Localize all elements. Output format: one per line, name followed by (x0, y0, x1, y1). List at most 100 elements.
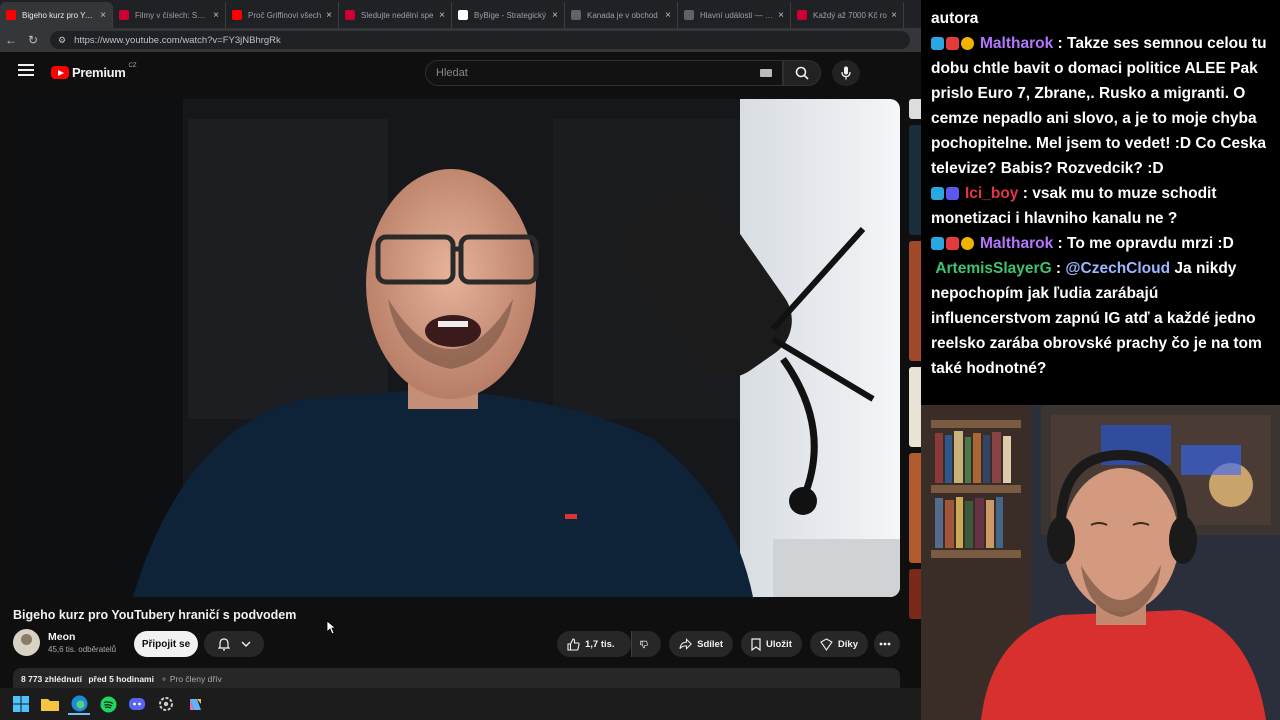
stream-chat: autora Maltharok : Takze ses semnou celo… (921, 0, 1280, 405)
like-count: 1,7 tis. (585, 638, 615, 650)
browser-tab[interactable]: Proč Griffinovi všech × (226, 2, 339, 28)
browser-tab[interactable]: Každý až 7000 Kč ro × (791, 2, 904, 28)
thanks-icon (820, 637, 833, 651)
tab-title: Hlavní události — ČT (700, 10, 775, 20)
tab-close-icon[interactable]: × (100, 10, 106, 21)
discord-icon[interactable] (126, 693, 148, 715)
chat-badge-icon (946, 37, 959, 51)
chat-username[interactable]: Maltharok (980, 235, 1053, 252)
browser-tab[interactable]: Filmy v číslech: SPIDE × (113, 2, 226, 28)
keyboard-icon[interactable] (760, 69, 772, 77)
chat-username[interactable]: Maltharok (980, 35, 1053, 52)
recommendation-thumb[interactable] (909, 569, 921, 619)
recommendation-thumb[interactable] (909, 99, 921, 119)
chat-username[interactable]: ArtemisSlayerG (935, 260, 1051, 277)
chat-username[interactable]: Ici_boy (965, 185, 1018, 202)
more-actions-button[interactable] (874, 631, 900, 657)
file-explorer-icon[interactable] (39, 693, 61, 715)
streamer-webcam (921, 405, 1280, 720)
browser-tab[interactable]: Kanada je v obchod × (565, 2, 678, 28)
video-description[interactable]: 8 773 zhlédnutí před 5 hodinami ⚬ Pro čl… (13, 668, 900, 688)
channel-owner: Meon 45,6 tis. odběratelů (13, 629, 116, 656)
back-icon[interactable]: ← (0, 33, 22, 47)
channel-name[interactable]: Meon (48, 631, 116, 643)
tab-close-icon[interactable]: × (778, 10, 784, 21)
tab-close-icon[interactable]: × (665, 10, 671, 21)
copilot-icon[interactable] (184, 693, 206, 715)
chat-text: Ja nikdy nepochopím jak ľudia zarábajú i… (931, 260, 1262, 377)
spotify-icon[interactable] (97, 693, 119, 715)
tab-close-icon[interactable]: × (213, 10, 219, 21)
tab-title: Bigeho kurz pro YouT (22, 10, 97, 20)
address-bar[interactable]: ⚙ https://www.youtube.com/watch?v=FY3jNB… (50, 31, 910, 49)
edge-browser-icon[interactable] (68, 693, 90, 715)
video-player[interactable] (13, 99, 900, 597)
youtube-play-icon (51, 66, 69, 79)
site-info-icon[interactable]: ⚙ (58, 35, 66, 46)
voice-search-button[interactable] (832, 60, 860, 86)
share-button[interactable]: Sdílet (669, 631, 733, 657)
recommendation-thumb[interactable] (909, 125, 921, 235)
chat-message: Maltharok : To me opravdu mrzi :D (931, 231, 1270, 256)
search-placeholder: Hledat (436, 67, 468, 79)
thanks-button[interactable]: Díky (810, 631, 868, 657)
channel-meta: Meon 45,6 tis. odběratelů (48, 631, 116, 654)
microphone-icon (841, 66, 851, 80)
browser-tab[interactable]: ByBige - Strategický × (452, 2, 565, 28)
chat-badge-icon (946, 187, 959, 201)
members-label: Pro členy dřív (169, 674, 222, 684)
chat-message: ArtemisSlayerG : @CzechCloud Ja nikdy ne… (931, 260, 1262, 377)
logo-text: Premium (72, 65, 126, 80)
share-icon (679, 638, 692, 650)
search-input[interactable]: Hledat (425, 60, 783, 86)
reload-icon[interactable]: ↻ (22, 33, 44, 47)
bell-icon (217, 637, 230, 651)
tab-close-icon[interactable]: × (891, 10, 897, 21)
tab-favicon-icon (684, 10, 694, 20)
recommendations-edge (909, 99, 921, 689)
tab-favicon-icon (797, 10, 807, 20)
chat-badge-icon (961, 237, 974, 251)
browser-tab[interactable]: Bigeho kurz pro YouT × (0, 2, 113, 28)
chat-badges (931, 187, 961, 201)
webcam-frame (921, 405, 1280, 720)
like-button[interactable]: 1,7 tis. (557, 631, 631, 657)
subscription-notifications-button[interactable] (204, 631, 264, 657)
browser-tab[interactable]: Hlavní události — ČT × (678, 2, 791, 28)
tab-close-icon[interactable]: × (439, 10, 445, 21)
tab-title: Proč Griffinovi všech (248, 10, 322, 20)
windows-taskbar (0, 688, 921, 720)
recommendation-thumb[interactable] (909, 367, 921, 447)
country-code: CZ (128, 62, 137, 69)
join-button[interactable]: Připojit se (134, 631, 198, 657)
search-icon (795, 66, 809, 80)
video-frame (13, 99, 900, 597)
publish-date: před 5 hodinami (88, 674, 154, 684)
chat-mention[interactable]: @CzechCloud (1065, 260, 1170, 277)
search-button[interactable] (783, 60, 821, 86)
bookmark-icon (751, 637, 761, 651)
subscriber-count: 45,6 tis. odběratelů (48, 645, 117, 654)
chevron-down-icon (241, 641, 250, 647)
recommendation-thumb[interactable] (909, 453, 921, 563)
youtube-logo[interactable]: Premium CZ (51, 62, 137, 80)
tab-close-icon[interactable]: × (326, 10, 332, 21)
settings-icon[interactable] (155, 693, 177, 715)
tab-title: Kanada je v obchod (587, 10, 658, 20)
chat-badges (931, 237, 976, 251)
chat-badge-icon (946, 237, 959, 251)
dislike-button[interactable] (631, 631, 661, 657)
tab-favicon-icon (345, 10, 355, 20)
chat-text: To me opravdu mrzi :D (1067, 235, 1234, 252)
screen: Bigeho kurz pro YouT × Filmy v číslech: SP… (0, 0, 1280, 720)
menu-icon[interactable] (18, 64, 34, 80)
share-label: Sdílet (697, 638, 723, 650)
youtube-masthead: Premium CZ Hledat (0, 52, 921, 94)
save-button[interactable]: Uložit (741, 631, 802, 657)
recommendation-thumb[interactable] (909, 241, 921, 361)
browser-tab[interactable]: Sledujte nedělní spe × (339, 2, 452, 28)
chat-badge-icon (931, 237, 944, 251)
windows-start-icon[interactable] (10, 693, 32, 715)
tab-close-icon[interactable]: × (552, 10, 558, 21)
channel-avatar[interactable] (13, 629, 40, 656)
